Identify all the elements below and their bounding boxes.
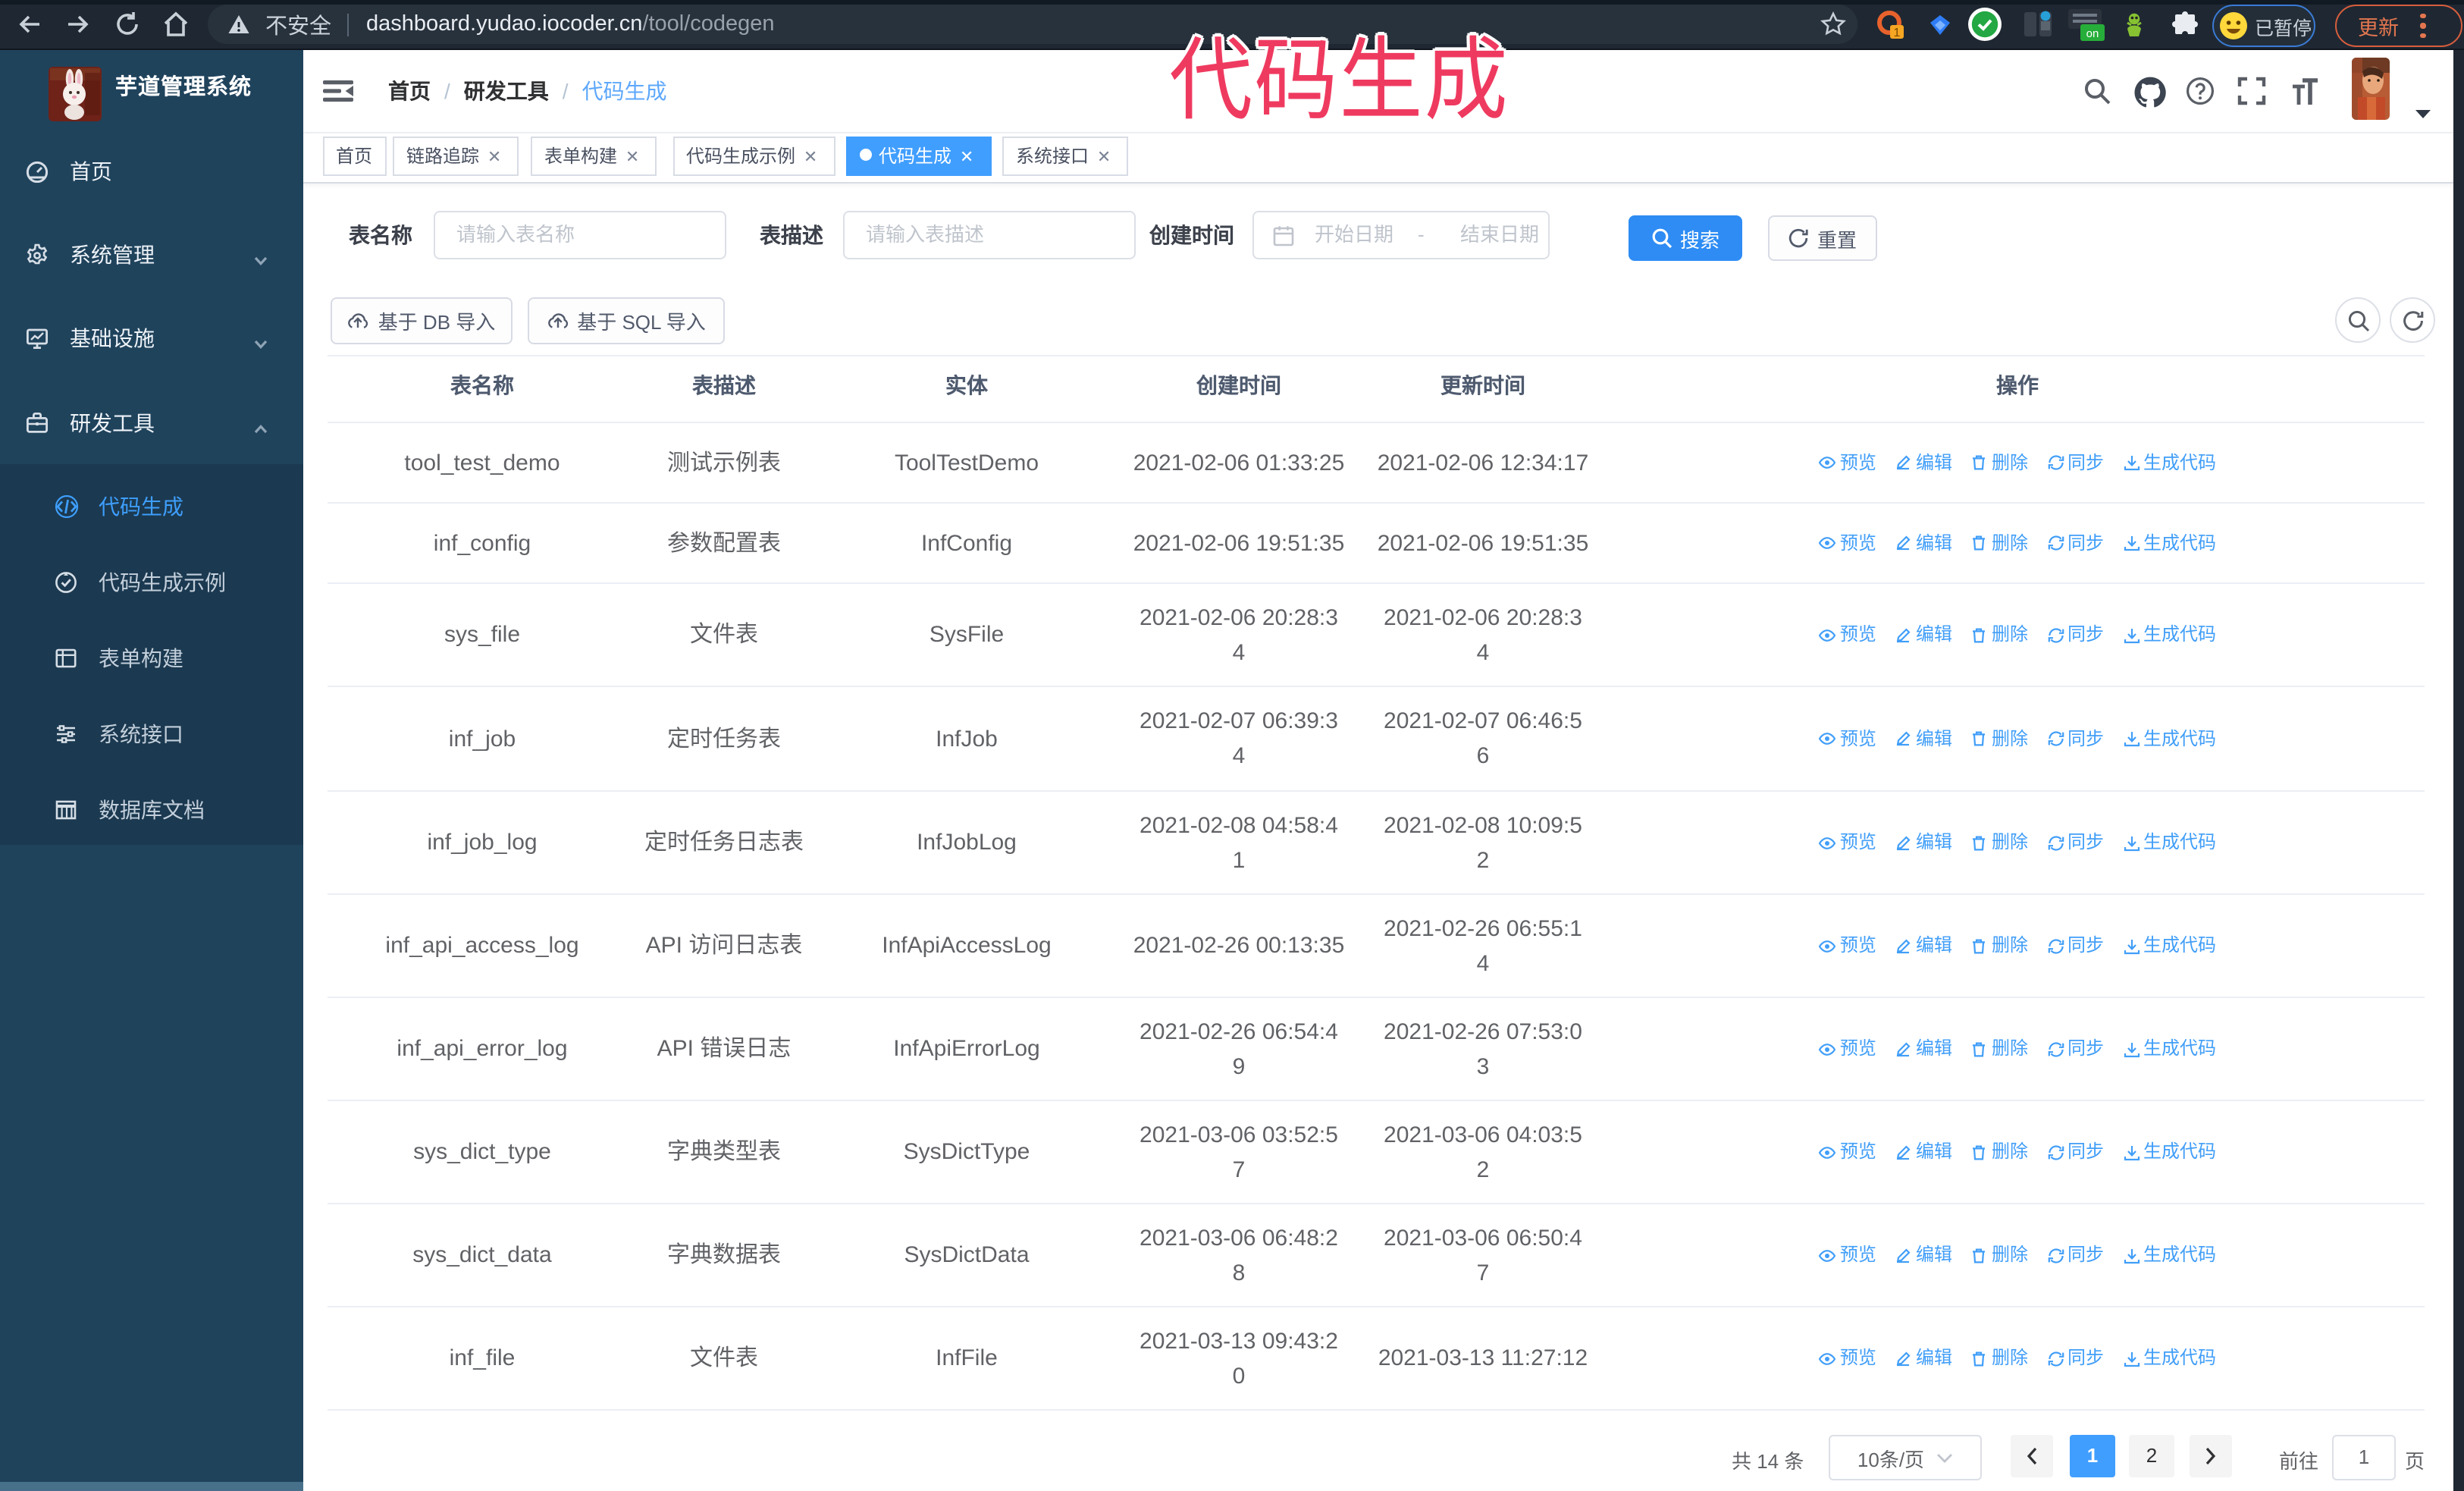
svg-text:1: 1 xyxy=(1894,26,1901,39)
svg-text:on: on xyxy=(2086,27,2099,40)
